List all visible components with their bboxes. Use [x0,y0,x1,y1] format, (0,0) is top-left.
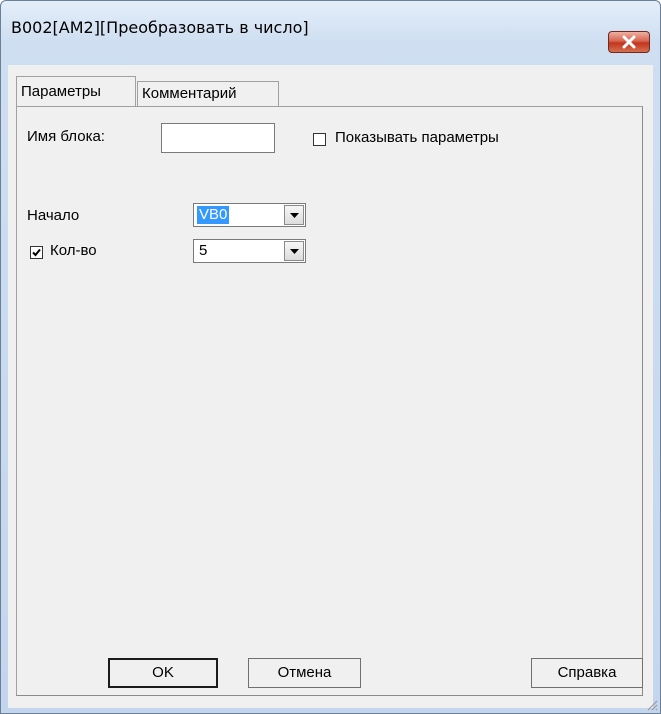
dialog-window: B002[AM2][Преобразовать в число] Парамет… [0,0,661,714]
tab-parameters-label: Параметры [21,83,101,100]
start-dropdown-button[interactable] [284,205,304,225]
resize-grip-icon[interactable] [646,699,658,711]
chevron-down-icon [290,213,299,218]
show-parameters-checkbox[interactable] [313,133,326,146]
window-title: B002[AM2][Преобразовать в число] [11,18,309,37]
tab-comment-label: Комментарий [142,85,237,102]
help-button[interactable]: Справка [531,658,643,688]
ok-button[interactable]: OK [108,658,218,688]
block-name-input[interactable] [161,123,275,153]
count-dropdown-button[interactable] [284,241,304,261]
count-label: Кол-во [50,242,97,259]
count-checkbox[interactable] [30,246,43,259]
block-name-label: Имя блока: [27,128,105,145]
tab-parameters[interactable]: Параметры [16,76,136,106]
chevron-down-icon [290,249,299,254]
start-combobox-value: VB0 [197,206,230,224]
close-icon [622,35,636,49]
show-parameters-label: Показывать параметры [335,129,499,146]
checkmark-icon [32,248,41,257]
count-combobox[interactable]: 5 [193,239,306,263]
close-button[interactable] [608,31,650,53]
parameters-panel: Имя блока: Показывать параметры Начало V… [16,106,643,696]
count-combobox-value: 5 [199,242,208,259]
start-combobox[interactable]: VB0 [193,203,306,227]
start-label: Начало [27,207,80,224]
cancel-button[interactable]: Отмена [248,658,361,688]
tab-comment[interactable]: Комментарий [137,81,279,107]
dialog-client-area: Параметры Комментарий Имя блока: Показыв… [8,65,653,708]
title-bar[interactable]: B002[AM2][Преобразовать в число] [1,1,660,39]
